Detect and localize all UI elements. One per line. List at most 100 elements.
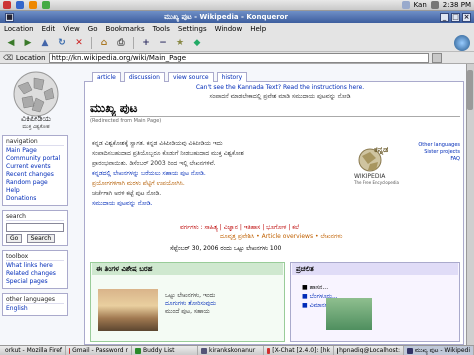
intro-line-7[interactable]: ಸಮುದಾಯ ಪುಟವನ್ನು ನೋಡಿ. — [92, 200, 342, 208]
close-button[interactable]: × — [462, 12, 471, 22]
category-line[interactable]: ವರ್ಗಗಳು : ಸಾಹಿತ್ಯ | ವಿಜ್ಞಾನ | ಇತಿಹಾಸ | ಭ… — [180, 224, 440, 232]
scrollbar-thumb[interactable] — [467, 70, 473, 110]
tool-what-links-here[interactable]: What links here — [6, 262, 64, 270]
toolbar-separator — [91, 36, 92, 49]
chat-icon — [201, 347, 207, 354]
home-icon[interactable]: ⌂ — [97, 36, 111, 50]
stop-icon[interactable]: ✕ — [72, 36, 86, 50]
firefox-launcher-icon[interactable] — [29, 1, 37, 9]
tab-view-source[interactable]: view source — [167, 72, 214, 82]
forward-icon[interactable]: ▶ — [21, 36, 35, 50]
go-button[interactable] — [431, 52, 442, 63]
maximize-button[interactable]: □ — [451, 12, 460, 22]
xchat-icon — [267, 347, 271, 354]
tab-discussion[interactable]: discussion — [123, 72, 165, 82]
nav-recent-changes[interactable]: Recent changes — [6, 171, 64, 179]
reload-icon[interactable]: ↻ — [55, 36, 69, 50]
clock[interactable]: 2:38 PM — [443, 1, 471, 9]
featured-text-line: ಮುಂದೆ ಪುಟ, ಸಹಾಯ — [165, 308, 210, 315]
current-events-image[interactable] — [326, 298, 372, 330]
languages-heading: other languages — [6, 296, 64, 304]
task-chat[interactable]: kirankskonanur — [198, 346, 264, 355]
konqueror-icon — [407, 347, 413, 354]
task-buddy-list[interactable]: Buddy List — [132, 346, 198, 355]
window-titlebar[interactable]: ■ ಮುಖ್ಯ ಪುಟ - Wikipedia - Konqueror _ □ … — [0, 11, 474, 23]
intro-line-4[interactable]: ಕನ್ನಡದಲ್ಲಿ ಲೇಖನಗಳನ್ನು ಬರೆಯಲು ಸಹಾಯ ಪುಟ ನೋ… — [92, 170, 342, 178]
other-languages-link[interactable]: Other languages — [412, 142, 460, 149]
zoom-out-icon[interactable]: − — [156, 36, 170, 50]
menu-view[interactable]: View — [63, 25, 80, 33]
nav-community-portal[interactable]: Community portal — [6, 155, 64, 163]
tool-special-pages[interactable]: Special pages — [6, 278, 64, 286]
go-search-button[interactable]: Go — [6, 234, 23, 243]
menu-window[interactable]: Window — [215, 25, 243, 33]
current-event-item[interactable]: ■ ಬೆಂಗಳೂರು... — [302, 292, 452, 301]
back-icon[interactable]: ◀ — [4, 36, 18, 50]
page-tabs: article discussion view source history — [92, 72, 248, 82]
tab-article[interactable]: article — [92, 72, 121, 82]
sister-projects-link[interactable]: Sister projects — [412, 149, 460, 156]
current-event-item[interactable]: ■ ವಿಮಾನಗಳು... — [302, 301, 452, 310]
window-menu-icon[interactable]: ■ — [5, 12, 14, 22]
nav-random-page[interactable]: Random page — [6, 179, 64, 187]
terminal-launcher-icon[interactable] — [42, 1, 50, 9]
redirect-note: (Redirected from Main Page) — [90, 118, 162, 124]
menu-bookmarks[interactable]: Bookmarks — [106, 25, 145, 33]
app-menu-icon[interactable] — [3, 1, 11, 9]
location-label: Location — [15, 53, 46, 62]
keyboard-layout[interactable]: Kan — [414, 1, 427, 9]
wikipedia-logo[interactable]: ವಿಕಿಪೀಡಿಯ ಮುಕ್ತ ವಿಶ್ವಕೋಶ — [4, 68, 68, 132]
menu-edit[interactable]: Edit — [42, 25, 56, 33]
search-input[interactable] — [6, 223, 64, 232]
task-xchat[interactable]: [X-Chat [2.4.0]: [hk — [264, 346, 334, 355]
window-title: ಮುಖ್ಯ ಪುಟ - Wikipedia - Konqueror — [164, 12, 288, 21]
task-konqueror[interactable]: ಮುಖ್ಯ ಪುಟ - Wikipedi — [404, 346, 474, 355]
minimize-button[interactable]: _ — [440, 12, 449, 22]
clear-location-icon[interactable]: ⌫ — [3, 54, 13, 62]
toolbar-separator — [133, 36, 134, 49]
browser-launcher-icon[interactable] — [16, 1, 24, 9]
nav-help[interactable]: Help — [6, 187, 64, 195]
nav-main-page[interactable]: Main Page — [6, 147, 64, 155]
security-icon[interactable]: ◆ — [190, 36, 204, 50]
menu-go[interactable]: Go — [88, 25, 98, 33]
top-panel: Kan 2:38 PM — [0, 0, 474, 11]
search-button[interactable]: Search — [26, 234, 56, 243]
tool-related-changes[interactable]: Related changes — [6, 270, 64, 278]
sidebar: navigation Main Page Community portal Cu… — [2, 135, 68, 320]
task-gmail[interactable]: Gmail - Password r — [66, 346, 132, 355]
languages-portlet: other languages English — [2, 293, 68, 316]
tab-history[interactable]: history — [216, 72, 248, 82]
overview-line[interactable]: ದೂವೃತ್ತ ಪ್ರವೇಶಿಸಿ • Article overviews • … — [220, 233, 420, 241]
task-orkut[interactable]: orkut - Mozilla Firef — [0, 346, 66, 355]
kannada-font-notice[interactable]: Can't see the Kannada Text? Read the ins… — [130, 84, 430, 91]
current-events-title: ಪ್ರಚಲಿತ — [292, 263, 458, 275]
menu-help[interactable]: Help — [250, 25, 266, 33]
bookmark-icon[interactable]: ★ — [173, 36, 187, 50]
menu-location[interactable]: Location — [4, 25, 34, 33]
up-icon[interactable]: ▲ — [38, 36, 52, 50]
print-icon[interactable]: ⎙ — [114, 36, 128, 50]
featured-text-line: ಒಟ್ಟು ಲೇಖನಗಳು, ಇಂದು — [165, 292, 216, 299]
network-icon[interactable] — [401, 1, 410, 9]
navigation-heading: navigation — [6, 138, 64, 146]
featured-text-line[interactable]: ದೂಗುಗಳು ತೋರಿಸುವುದು — [165, 300, 280, 308]
featured-image[interactable] — [98, 289, 158, 331]
logo-title: ವಿಕಿಪೀಡಿಯ — [21, 114, 51, 123]
intro-line-5[interactable]: ಪ್ರಯೋಗಗಳಿಗಾಗಿ ಮರಳು ಪೆಟ್ಟಿಗೆ ಉಪಯೋಗಿಸಿ. — [92, 180, 342, 188]
page-title: ಮುಖ್ಯ ಪುಟ — [90, 101, 138, 115]
menu-settings[interactable]: Settings — [178, 25, 207, 33]
other-languages-box: Other languages Sister projects FAQ — [412, 142, 460, 163]
task-terminal[interactable]: hpnadiq@Localhost: — [334, 346, 404, 355]
menu-tools[interactable]: Tools — [153, 25, 170, 33]
article-count-line: ಸೆಪ್ಟೆಂಬರ್ 30, 2006 ರಂದು ಒಟ್ಟು ಲೇಖನಗಳು 1… — [170, 245, 282, 252]
nav-current-events[interactable]: Current events — [6, 163, 64, 171]
zoom-in-icon[interactable]: + — [139, 36, 153, 50]
nav-donations[interactable]: Donations — [6, 195, 64, 203]
volume-icon[interactable] — [430, 1, 439, 9]
faq-link[interactable]: FAQ — [412, 156, 460, 163]
intro-line-1: ಕನ್ನಡ ವಿಶ್ವಕೋಶಕ್ಕೆ ಸ್ವಾಗತ. ಕನ್ನಡ ವಿಕಿಪೀಡ… — [92, 140, 223, 147]
url-input[interactable] — [48, 52, 429, 63]
language-english[interactable]: English — [6, 305, 64, 313]
current-event-item[interactable]: ■ ಹಾಸನ... — [302, 283, 452, 292]
